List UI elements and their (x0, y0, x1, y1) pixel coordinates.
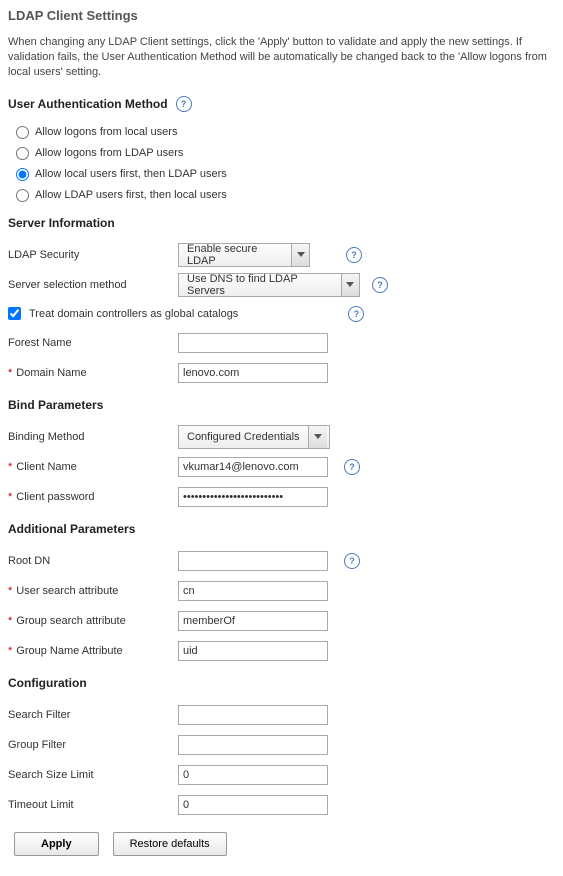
search-filter-label: Search Filter (8, 709, 178, 721)
client-password-input[interactable] (178, 487, 328, 507)
required-marker: * (8, 645, 12, 657)
forest-name-input[interactable] (178, 333, 328, 353)
restore-defaults-button[interactable]: Restore defaults (113, 832, 227, 856)
client-password-label: Client password (16, 491, 94, 503)
domain-name-label: Domain Name (16, 367, 86, 379)
group-name-input[interactable] (178, 641, 328, 661)
group-name-label: Group Name Attribute (16, 645, 122, 657)
configuration-heading: Configuration (8, 676, 555, 690)
group-search-label: Group search attribute (16, 615, 125, 627)
required-marker: * (8, 615, 12, 627)
required-marker: * (8, 491, 12, 503)
search-size-label: Search Size Limit (8, 769, 178, 781)
binding-method-select[interactable]: Configured Credentials (178, 425, 330, 449)
auth-radio-label: Allow logons from LDAP users (35, 147, 183, 159)
page-title: LDAP Client Settings (8, 8, 555, 23)
help-icon[interactable]: ? (344, 553, 360, 569)
additional-parameters-heading: Additional Parameters (8, 522, 555, 536)
server-selection-value: Use DNS to find LDAP Servers (179, 274, 341, 296)
auth-radio-label: Allow local users first, then LDAP users (35, 168, 227, 180)
group-filter-input[interactable] (178, 735, 328, 755)
page-description: When changing any LDAP Client settings, … (8, 35, 555, 80)
ldap-security-value: Enable secure LDAP (179, 244, 291, 266)
user-search-input[interactable] (178, 581, 328, 601)
apply-button[interactable]: Apply (14, 832, 99, 856)
server-selection-select[interactable]: Use DNS to find LDAP Servers (178, 273, 360, 297)
auth-method-radio-group: Allow logons from local users Allow logo… (16, 122, 555, 206)
group-search-input[interactable] (178, 611, 328, 631)
auth-radio-local-then-ldap[interactable] (16, 168, 29, 181)
root-dn-input[interactable] (178, 551, 328, 571)
auth-radio-label: Allow LDAP users first, then local users (35, 189, 227, 201)
auth-radio-ldap[interactable] (16, 147, 29, 160)
treat-domain-label: Treat domain controllers as global catal… (29, 308, 238, 320)
help-icon[interactable]: ? (372, 277, 388, 293)
required-marker: * (8, 461, 12, 473)
server-info-heading: Server Information (8, 216, 555, 230)
forest-name-label: Forest Name (8, 337, 178, 349)
auth-radio-ldap-then-local[interactable] (16, 189, 29, 202)
bind-parameters-heading: Bind Parameters (8, 398, 555, 412)
timeout-label: Timeout Limit (8, 799, 178, 811)
user-search-label: User search attribute (16, 585, 118, 597)
treat-domain-checkbox[interactable] (8, 307, 21, 320)
chevron-down-icon[interactable] (341, 274, 359, 296)
help-icon[interactable]: ? (348, 306, 364, 322)
server-selection-label: Server selection method (8, 279, 178, 291)
help-icon[interactable]: ? (344, 459, 360, 475)
help-icon[interactable]: ? (176, 96, 192, 112)
chevron-down-icon[interactable] (291, 244, 309, 266)
auth-method-heading: User Authentication Method (8, 97, 168, 111)
help-icon[interactable]: ? (346, 247, 362, 263)
search-size-input[interactable] (178, 765, 328, 785)
auth-radio-label: Allow logons from local users (35, 126, 177, 138)
client-name-input[interactable] (178, 457, 328, 477)
timeout-input[interactable] (178, 795, 328, 815)
required-marker: * (8, 367, 12, 379)
client-name-label: Client Name (16, 461, 77, 473)
domain-name-input[interactable] (178, 363, 328, 383)
chevron-down-icon[interactable] (308, 426, 327, 448)
root-dn-label: Root DN (8, 555, 178, 567)
search-filter-input[interactable] (178, 705, 328, 725)
auth-radio-local[interactable] (16, 126, 29, 139)
ldap-security-select[interactable]: Enable secure LDAP (178, 243, 310, 267)
group-filter-label: Group Filter (8, 739, 178, 751)
binding-method-value: Configured Credentials (179, 426, 308, 448)
binding-method-label: Binding Method (8, 431, 178, 443)
ldap-security-label: LDAP Security (8, 249, 178, 261)
required-marker: * (8, 585, 12, 597)
